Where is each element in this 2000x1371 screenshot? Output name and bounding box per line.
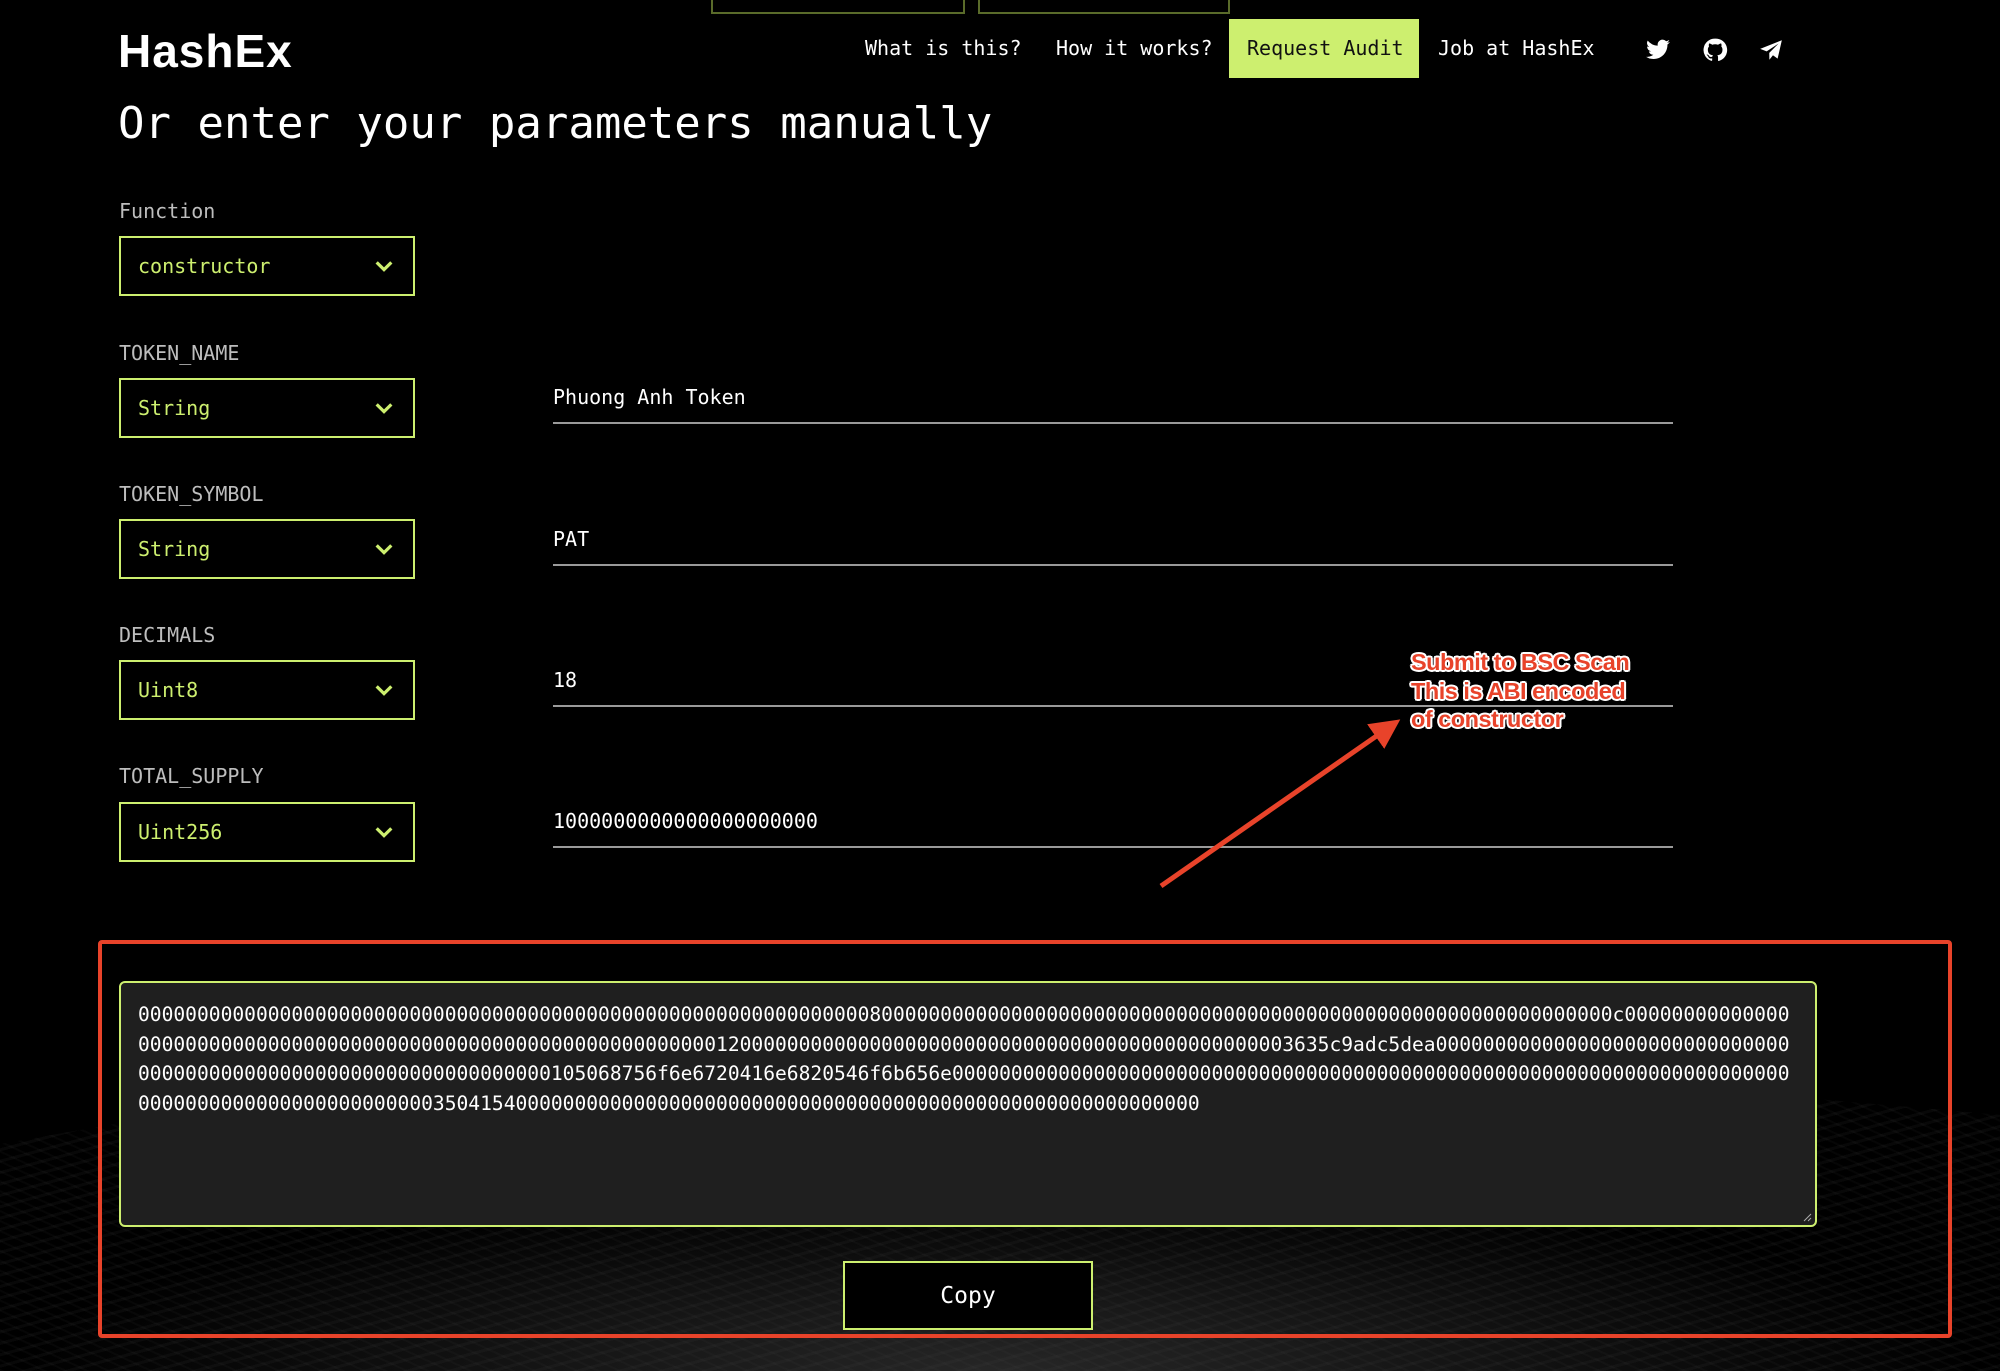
- top-tab-box[interactable]: [711, 0, 965, 14]
- telegram-icon[interactable]: [1758, 37, 1784, 63]
- token-name-label: TOKEN_NAME: [119, 341, 240, 365]
- top-nav: What is this? How it works? Request Audi…: [0, 19, 2000, 78]
- nav-how-it-works[interactable]: How it works?: [1056, 19, 1213, 78]
- nav-job-at-hashex[interactable]: Job at HashEx: [1438, 19, 1595, 78]
- chevron-down-icon: [375, 403, 393, 414]
- annotation-callout: Submit to BSC Scan This is ABI encoded o…: [1411, 648, 1630, 734]
- chevron-down-icon: [375, 685, 393, 696]
- token-symbol-type-value: String: [138, 537, 211, 561]
- twitter-icon[interactable]: [1645, 37, 1671, 63]
- page-title: Or enter your parameters manually: [118, 98, 993, 149]
- decimals-type-value: Uint8: [138, 678, 199, 702]
- token-symbol-input[interactable]: PAT: [553, 514, 1673, 566]
- function-label: Function: [119, 199, 216, 223]
- total-supply-label: TOTAL_SUPPLY: [119, 764, 264, 788]
- total-supply-type-value: Uint256: [138, 820, 223, 844]
- token-name-type-select[interactable]: String: [119, 378, 415, 438]
- nav-what-is-this[interactable]: What is this?: [865, 19, 1022, 78]
- annotation-line: Submit to BSC Scan: [1411, 649, 1630, 675]
- chevron-down-icon: [375, 544, 393, 555]
- token-symbol-type-select[interactable]: String: [119, 519, 415, 579]
- token-name-input[interactable]: Phuong Anh Token: [553, 372, 1673, 424]
- abi-encoded-output[interactable]: 0000000000000000000000000000000000000000…: [119, 981, 1817, 1227]
- request-audit-button[interactable]: Request Audit: [1229, 19, 1419, 78]
- token-name-type-value: String: [138, 396, 211, 420]
- top-tab-box[interactable]: [978, 0, 1230, 14]
- github-icon[interactable]: [1702, 37, 1728, 63]
- decimals-label: DECIMALS: [119, 623, 216, 647]
- function-select[interactable]: constructor: [119, 236, 415, 296]
- token-symbol-label: TOKEN_SYMBOL: [119, 482, 264, 506]
- function-select-value: constructor: [138, 254, 271, 278]
- decimals-type-select[interactable]: Uint8: [119, 660, 415, 720]
- annotation-line: of constructor: [1411, 706, 1564, 732]
- chevron-down-icon: [375, 827, 393, 838]
- resize-grip-icon[interactable]: [1800, 1210, 1812, 1222]
- abi-encoded-text: 0000000000000000000000000000000000000000…: [138, 1003, 1790, 1115]
- total-supply-input[interactable]: 1000000000000000000000: [553, 796, 1673, 848]
- total-supply-type-select[interactable]: Uint256: [119, 802, 415, 862]
- chevron-down-icon: [375, 261, 393, 272]
- annotation-line: This is ABI encoded: [1411, 677, 1626, 704]
- copy-button[interactable]: Copy: [843, 1261, 1093, 1330]
